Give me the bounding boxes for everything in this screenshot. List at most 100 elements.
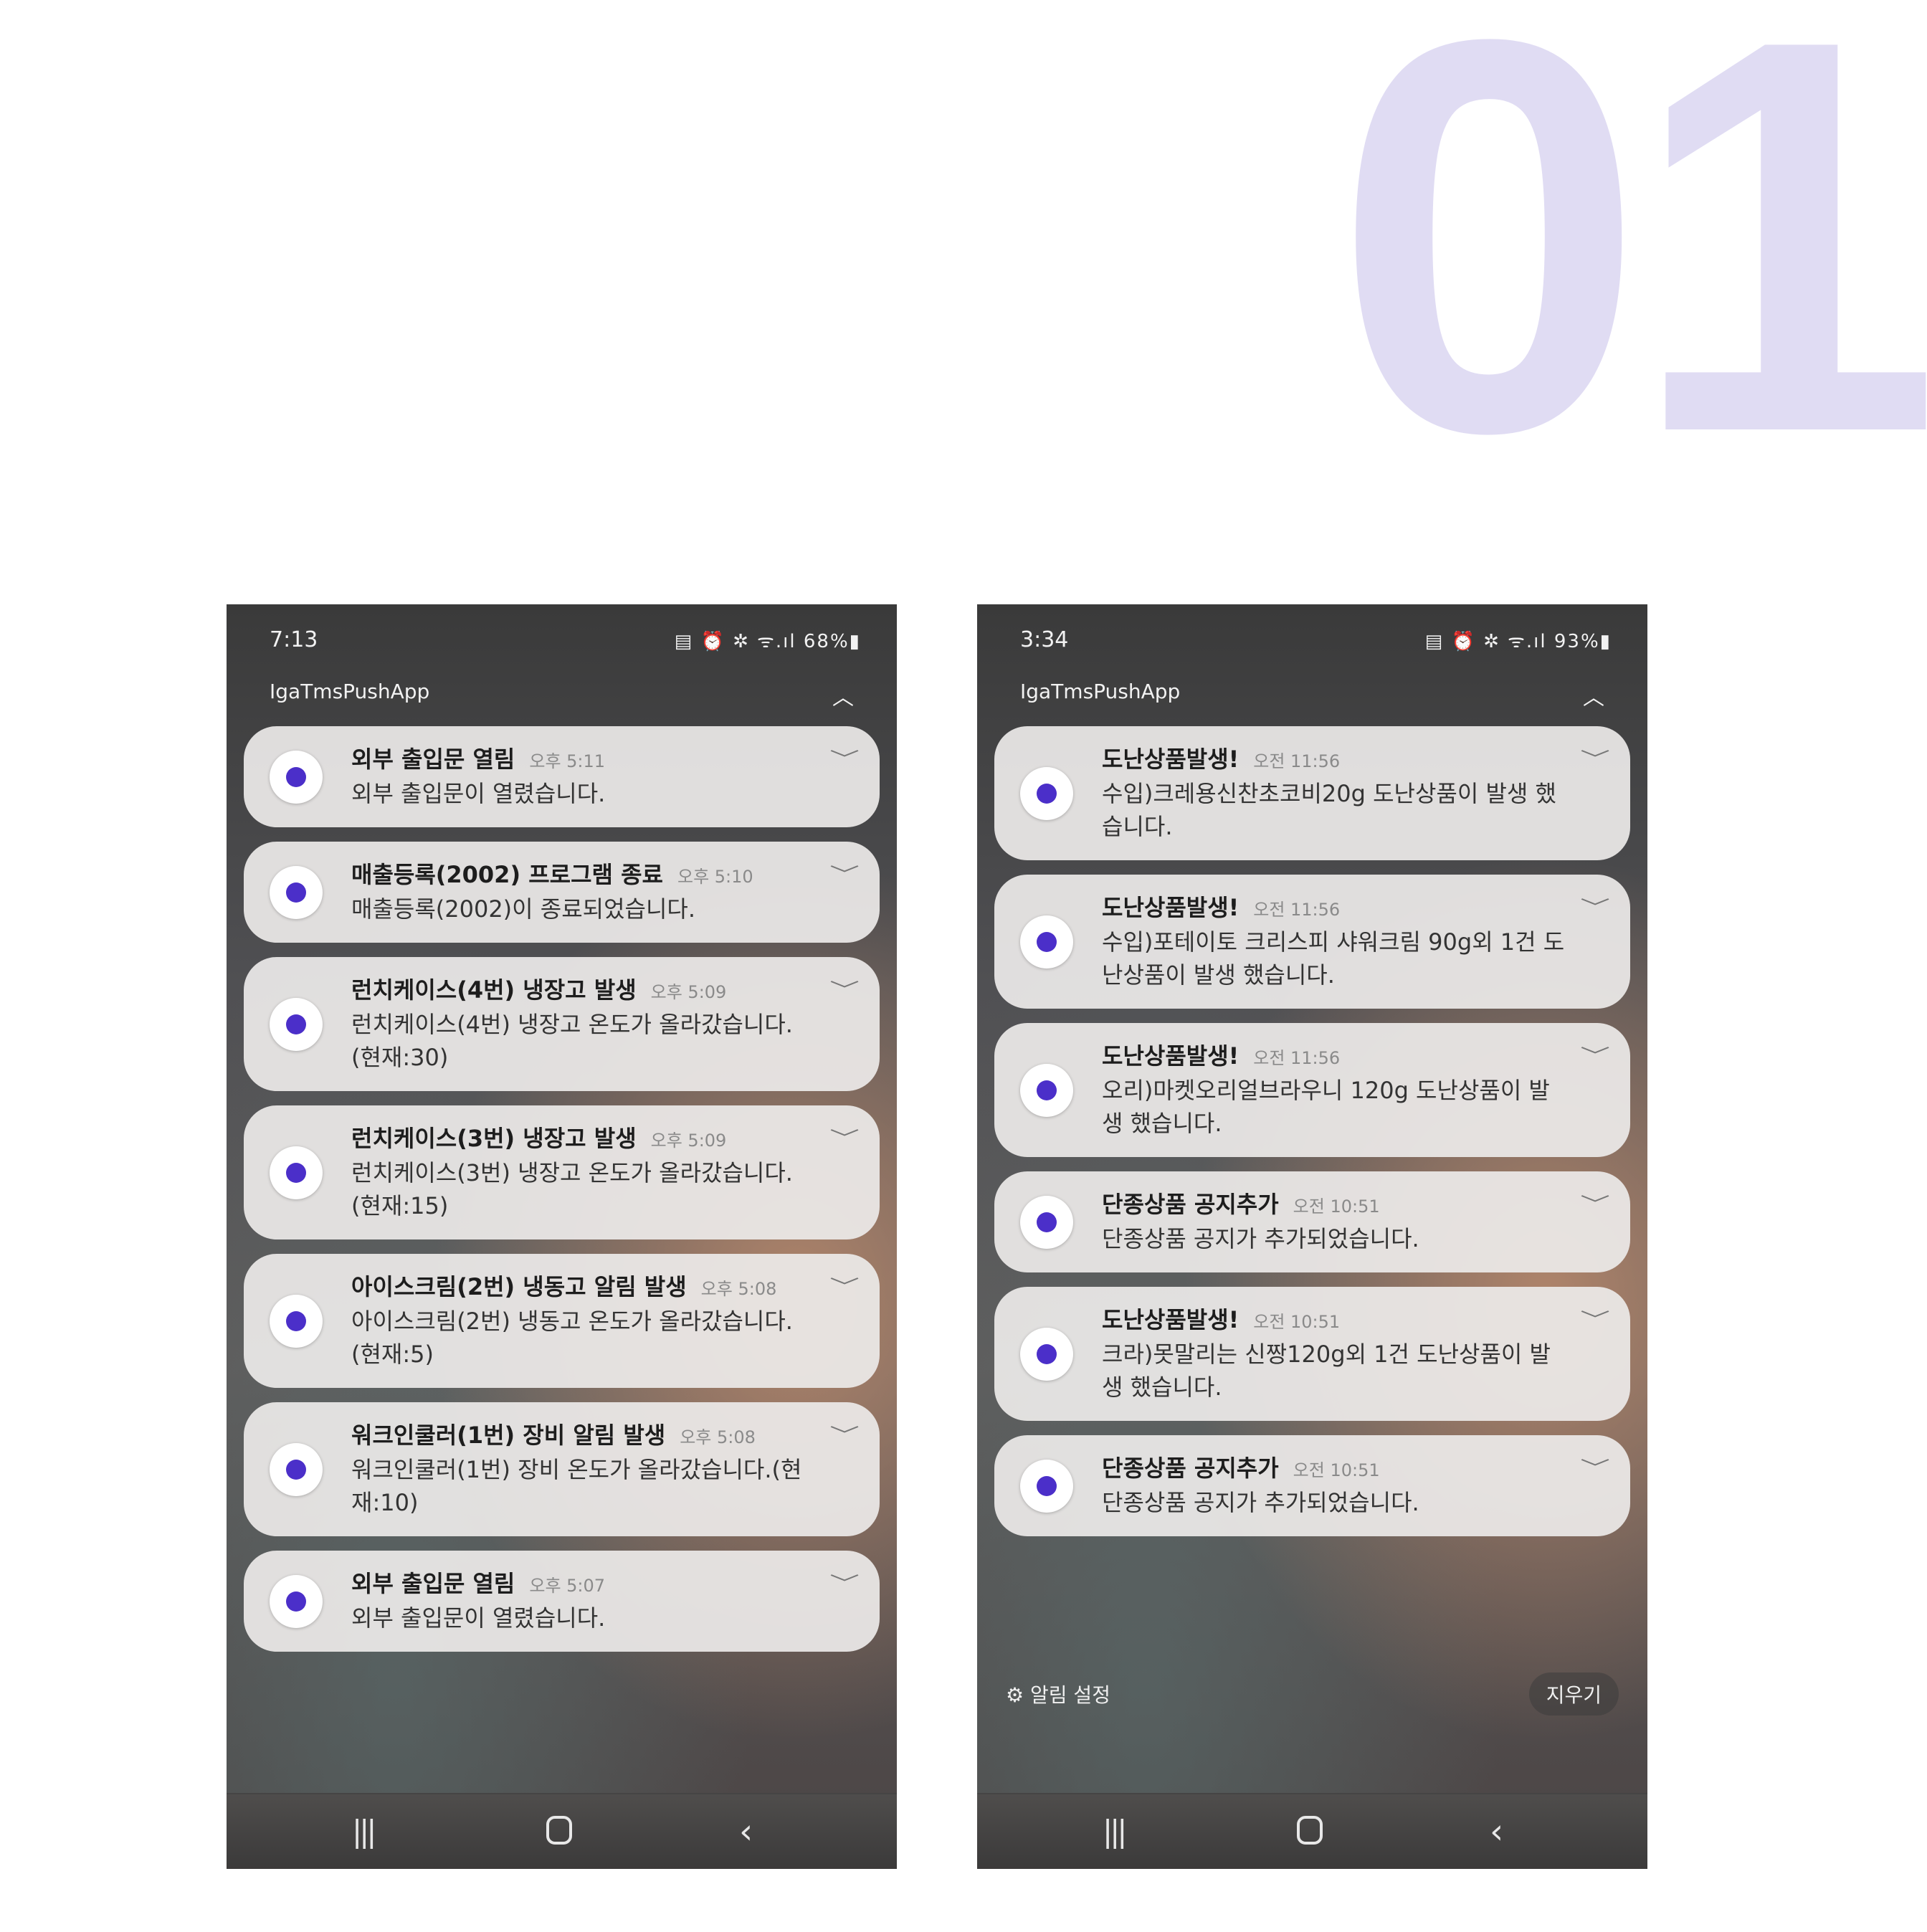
notification-body: 매출등록(2002)이 종료되었습니다. xyxy=(351,895,696,923)
chevron-down-icon[interactable]: ﹀ xyxy=(829,745,860,771)
home-icon[interactable] xyxy=(1297,1816,1323,1845)
chevron-up-icon[interactable]: ︿ xyxy=(1583,680,1604,711)
notification-card[interactable]: 외부 출입문 열림 오후 5:11 외부 출입문이 열렸습니다. ﹀ xyxy=(244,726,880,827)
recent-apps-icon[interactable]: ||| xyxy=(1103,1814,1128,1849)
clear-all-button[interactable]: 지우기 xyxy=(1528,1672,1619,1716)
status-bar: 3:34 ▤ ⏰ ✲ ᯤ.ıl 93%▮ xyxy=(977,627,1647,656)
app-icon xyxy=(1020,1459,1073,1513)
notification-body: 수입)크레용신찬초코비20g 도난상품이 발생 했습니다. xyxy=(1102,780,1556,840)
notification-body: 외부 출입문이 열렸습니다. xyxy=(351,780,606,807)
notification-body: 단종상품 공지가 추가되었습니다. xyxy=(1102,1225,1419,1252)
notification-body: 런치케이스(3번) 냉장고 온도가 올라갔습니다.(현재:15) xyxy=(351,1159,793,1219)
notification-time: 오후 5:11 xyxy=(529,751,606,771)
notification-body: 아이스크림(2번) 냉동고 온도가 올라갔습니다.(현재:5) xyxy=(351,1308,793,1368)
notification-title: 단종상품 공지추가 xyxy=(1102,1455,1279,1482)
notification-body: 단종상품 공지가 추가되었습니다. xyxy=(1102,1489,1419,1516)
notification-time: 오후 5:08 xyxy=(700,1279,777,1299)
notification-card[interactable]: 아이스크림(2번) 냉동고 알림 발생 오후 5:08 아이스크림(2번) 냉동고… xyxy=(244,1254,880,1388)
notification-time: 오후 5:09 xyxy=(650,982,727,1002)
notification-card[interactable]: 런치케이스(4번) 냉장고 발생 오후 5:09 런치케이스(4번) 냉장고 온도… xyxy=(244,957,880,1091)
notification-body: 런치케이스(4번) 냉장고 온도가 올라갔습니다.(현재:30) xyxy=(351,1011,793,1071)
status-time: 7:13 xyxy=(270,627,318,652)
status-icons: ▤ ⏰ ✲ ᯤ.ıl 93%▮ xyxy=(1424,631,1612,652)
app-name: IgaTmsPushApp xyxy=(1020,680,1181,703)
app-name: IgaTmsPushApp xyxy=(270,680,430,703)
chevron-down-icon[interactable]: ﹀ xyxy=(829,976,860,1002)
back-icon[interactable]: ‹ xyxy=(739,1814,753,1849)
notification-title: 도난상품발생! xyxy=(1102,894,1240,921)
status-icons: ▤ ⏰ ✲ ᯤ.ıl 68%▮ xyxy=(674,631,861,652)
notification-body: 오리)마켓오리얼브라우니 120g 도난상품이 발생 했습니다. xyxy=(1102,1077,1550,1137)
chevron-down-icon[interactable]: ﹀ xyxy=(1580,893,1610,920)
notification-title: 워크인쿨러(1번) 장비 알림 발생 xyxy=(351,1422,666,1449)
phone-screenshot-left: 7:13 ▤ ⏰ ✲ ᯤ.ıl 68%▮ IgaTmsPushApp ︿ 외부 … xyxy=(227,604,897,1869)
app-icon xyxy=(270,1574,323,1628)
app-icon xyxy=(1020,766,1073,820)
notification-title: 도난상품발생! xyxy=(1102,1306,1240,1333)
notification-time: 오후 5:08 xyxy=(680,1427,756,1447)
notification-body: 크라)못말리는 신짱120g외 1건 도난상품이 발생 했습니다. xyxy=(1102,1341,1551,1401)
notification-title: 도난상품발생! xyxy=(1102,746,1240,773)
notification-title: 런치케이스(4번) 냉장고 발생 xyxy=(351,976,637,1004)
notification-card[interactable]: 외부 출입문 열림 오후 5:07 외부 출입문이 열렸습니다. ﹀ xyxy=(244,1551,880,1652)
notification-card[interactable]: 도난상품발생! 오전 11:56 수입)크레용신찬초코비20g 도난상품이 발생 … xyxy=(994,726,1630,860)
notification-list: 외부 출입문 열림 오후 5:11 외부 출입문이 열렸습니다. ﹀ 매출등록(2… xyxy=(244,726,880,1666)
notification-settings-link[interactable]: ⚙ 알림 설정 xyxy=(1006,1680,1110,1708)
app-group-header[interactable]: IgaTmsPushApp ︿ xyxy=(1020,680,1604,711)
notification-time: 오전 10:51 xyxy=(1293,1196,1380,1217)
section-number: 01 xyxy=(1333,0,1927,548)
back-icon[interactable]: ‹ xyxy=(1490,1814,1503,1849)
app-icon xyxy=(270,997,323,1051)
notification-time: 오후 5:10 xyxy=(677,867,753,887)
chevron-down-icon[interactable]: ﹀ xyxy=(1580,1454,1610,1480)
chevron-down-icon[interactable]: ﹀ xyxy=(829,1272,860,1299)
notification-card[interactable]: 매출등록(2002) 프로그램 종료 오후 5:10 매출등록(2002)이 종료… xyxy=(244,842,880,943)
notification-time: 오전 11:56 xyxy=(1253,1048,1341,1068)
notification-time: 오후 5:07 xyxy=(529,1576,606,1596)
app-icon xyxy=(270,1442,323,1496)
chevron-down-icon[interactable]: ﹀ xyxy=(829,1569,860,1596)
app-icon xyxy=(270,865,323,919)
notification-body: 수입)포테이토 크리스피 샤워크림 90g외 1건 도난상품이 발생 했습니다. xyxy=(1102,928,1565,989)
chevron-down-icon[interactable]: ﹀ xyxy=(1580,1042,1610,1068)
notification-card[interactable]: 단종상품 공지추가 오전 10:51 단종상품 공지가 추가되었습니다. ﹀ xyxy=(994,1435,1630,1536)
notification-title: 외부 출입문 열림 xyxy=(351,746,515,773)
chevron-down-icon[interactable]: ﹀ xyxy=(829,860,860,887)
notification-card[interactable]: 도난상품발생! 오전 10:51 크라)못말리는 신짱120g외 1건 도난상품이… xyxy=(994,1287,1630,1421)
app-icon xyxy=(1020,1195,1073,1249)
chevron-down-icon[interactable]: ﹀ xyxy=(829,1421,860,1447)
app-icon xyxy=(1020,1327,1073,1381)
notification-title: 단종상품 공지추가 xyxy=(1102,1191,1279,1218)
chevron-down-icon[interactable]: ﹀ xyxy=(1580,745,1610,771)
notification-title: 아이스크림(2번) 냉동고 알림 발생 xyxy=(351,1273,687,1300)
notification-card[interactable]: 도난상품발생! 오전 11:56 수입)포테이토 크리스피 샤워크림 90g외 1… xyxy=(994,875,1630,1009)
notification-title: 도난상품발생! xyxy=(1102,1042,1240,1070)
notification-time: 오전 10:51 xyxy=(1293,1460,1380,1480)
notification-footer: ⚙ 알림 설정 지우기 xyxy=(1006,1672,1619,1716)
app-icon xyxy=(270,1294,323,1348)
notification-card[interactable]: 단종상품 공지추가 오전 10:51 단종상품 공지가 추가되었습니다. ﹀ xyxy=(994,1171,1630,1272)
chevron-down-icon[interactable]: ﹀ xyxy=(1580,1305,1610,1332)
notification-body: 외부 출입문이 열렸습니다. xyxy=(351,1604,606,1632)
settings-label: 알림 설정 xyxy=(1030,1683,1110,1707)
chevron-down-icon[interactable]: ﹀ xyxy=(1580,1190,1610,1217)
navigation-bar: ||| ‹ xyxy=(977,1793,1647,1869)
notification-time: 오후 5:09 xyxy=(650,1131,727,1151)
home-icon[interactable] xyxy=(546,1816,572,1845)
notification-title: 매출등록(2002) 프로그램 종료 xyxy=(351,861,663,888)
notification-body: 워크인쿨러(1번) 장비 온도가 올라갔습니다.(현재:10) xyxy=(351,1456,802,1516)
chevron-up-icon[interactable]: ︿ xyxy=(832,680,854,711)
notification-time: 오전 11:56 xyxy=(1253,751,1341,771)
notification-card[interactable]: 워크인쿨러(1번) 장비 알림 발생 오후 5:08 워크인쿨러(1번) 장비 온… xyxy=(244,1402,880,1536)
notification-card[interactable]: 도난상품발생! 오전 11:56 오리)마켓오리얼브라우니 120g 도난상품이 … xyxy=(994,1023,1630,1157)
notification-time: 오전 11:56 xyxy=(1253,900,1341,920)
gear-icon: ⚙ xyxy=(1006,1683,1024,1707)
notification-card[interactable]: 런치케이스(3번) 냉장고 발생 오후 5:09 런치케이스(3번) 냉장고 온도… xyxy=(244,1105,880,1239)
chevron-down-icon[interactable]: ﹀ xyxy=(829,1124,860,1151)
phone-screenshot-right: 3:34 ▤ ⏰ ✲ ᯤ.ıl 93%▮ IgaTmsPushApp ︿ 도난상… xyxy=(977,604,1647,1869)
recent-apps-icon[interactable]: ||| xyxy=(352,1814,377,1849)
app-icon xyxy=(270,1146,323,1199)
app-icon xyxy=(1020,915,1073,969)
app-icon xyxy=(1020,1063,1073,1117)
app-group-header[interactable]: IgaTmsPushApp ︿ xyxy=(270,680,854,711)
